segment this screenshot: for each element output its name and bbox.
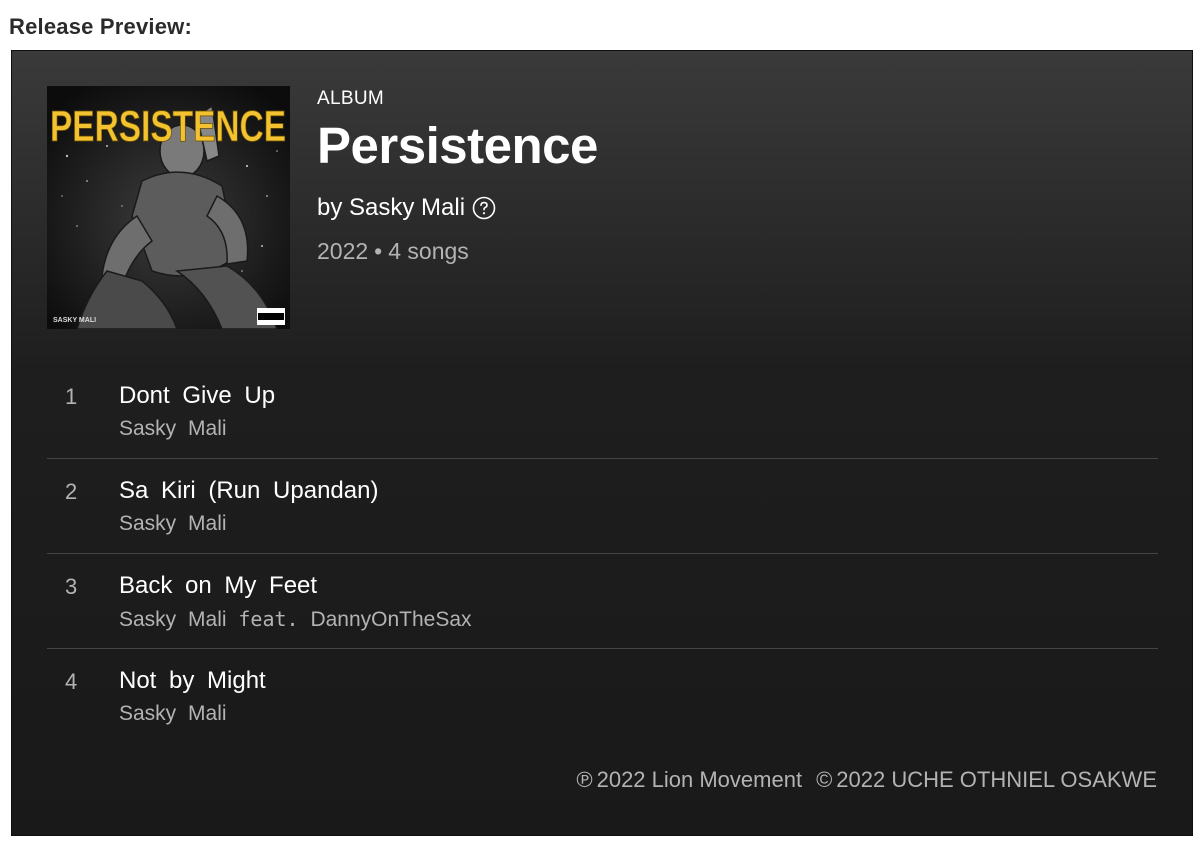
track-artist-name: Sasky Mali — [119, 512, 227, 535]
track-number: 1 — [65, 384, 78, 409]
artist-byline: by Sasky Mali — [317, 194, 598, 222]
feat-label: feat. — [238, 607, 299, 631]
track-row[interactable]: 2 Sa Kiri (Run Upandan) Sasky Mali — [47, 459, 1158, 554]
track-artist: Sasky Mali — [119, 702, 227, 726]
byline-prefix: by — [317, 194, 343, 221]
phonogram-text: 2022 Lion Movement — [596, 767, 803, 792]
album-cover-art: PERSISTENCE SASKY MALI — [47, 86, 290, 329]
song-count: 4 songs — [388, 238, 469, 264]
track-number: 2 — [65, 479, 78, 504]
track-number: 4 — [65, 669, 78, 694]
page-heading: Release Preview: — [9, 14, 192, 39]
release-header: ALBUM Persistence by Sasky Mali 2022 • 4 s… — [317, 88, 598, 265]
track-title: Back on My Feet — [119, 572, 318, 599]
artist-link[interactable]: Sasky Mali — [349, 194, 465, 222]
phonogram-symbol: ℗ — [576, 767, 593, 792]
track-artist: Sasky Mali — [119, 512, 227, 536]
track-row[interactable]: 3 Back on My Feet Sasky Mali feat. Danny… — [47, 554, 1158, 649]
track-title: Dont Give Up — [119, 382, 276, 409]
meta-separator: • — [374, 238, 383, 264]
copyright-symbol: © — [816, 767, 833, 792]
parental-advisory-badge — [257, 308, 285, 325]
release-year: 2022 — [317, 238, 369, 264]
question-circle-icon[interactable] — [472, 196, 496, 220]
cover-artist-text: SASKY MALI — [53, 317, 96, 324]
track-artist: Sasky Mali — [119, 417, 227, 441]
track-list: 1 Dont Give Up Sasky Mali 2 Sa Kiri (Run… — [47, 364, 1158, 744]
track-artist-name: Sasky Mali — [119, 702, 227, 725]
release-type-label: ALBUM — [317, 88, 384, 109]
album-cover: PERSISTENCE SASKY MALI — [47, 86, 290, 329]
track-row[interactable]: 1 Dont Give Up Sasky Mali — [47, 364, 1158, 459]
track-artist-name: Sasky Mali — [119, 417, 227, 440]
featured-artist-name: DannyOnTheSax — [310, 608, 472, 631]
cover-title-text: PERSISTENCE — [50, 102, 286, 151]
track-artist-name: Sasky Mali — [119, 608, 227, 631]
release-preview-card: PERSISTENCE SASKY MALI ALBUM Persistence… — [11, 50, 1193, 836]
album-title: Persistence — [317, 117, 598, 174]
copyright-notice: ℗ 2022 Lion Movement © 2022 UCHE OTHNIEL… — [576, 767, 1157, 793]
track-artist: Sasky Mali feat. DannyOnTheSax — [119, 607, 472, 632]
track-title: Not by Might — [119, 667, 266, 694]
copyright-text: 2022 UCHE OTHNIEL OSAKWE — [836, 767, 1157, 792]
track-number: 3 — [65, 574, 78, 599]
track-title: Sa Kiri (Run Upandan) — [119, 477, 379, 504]
release-meta: 2022 • 4 songs — [317, 238, 598, 265]
track-row[interactable]: 4 Not by Might Sasky Mali — [47, 649, 1158, 744]
